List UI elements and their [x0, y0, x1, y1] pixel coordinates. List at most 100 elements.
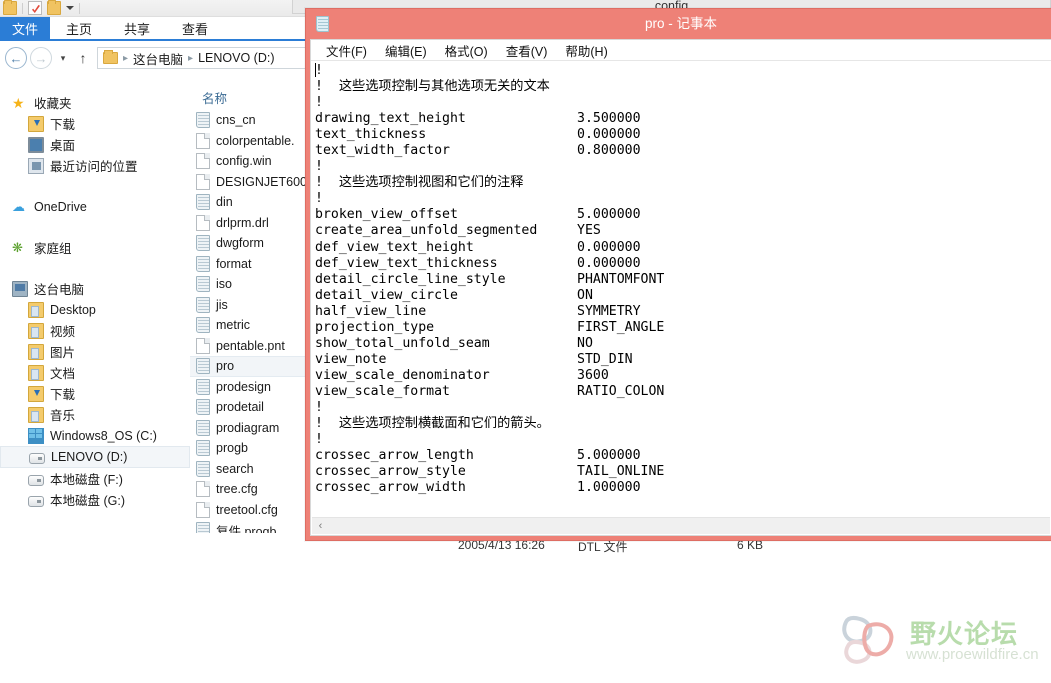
file-row-pro[interactable]: pro [190, 356, 312, 377]
nav-item-windows8-os-c[interactable]: Windows8_OS (C:) [0, 425, 190, 446]
blank-file-icon [196, 337, 210, 354]
file-row-config-win[interactable]: config.win [190, 151, 312, 172]
blank-file-icon [196, 501, 210, 518]
nav-label: 下载 [50, 118, 76, 132]
menu-file[interactable]: 文件(F) [317, 41, 376, 60]
file-row-pentable-pnt[interactable]: pentable.pnt [190, 336, 312, 357]
tab-share[interactable]: 共享 [108, 17, 166, 39]
blank-file-icon [196, 173, 210, 190]
file-row-format[interactable]: format [190, 254, 312, 275]
file-row-metric[interactable]: metric [190, 315, 312, 336]
up-button[interactable]: ↑ [74, 50, 92, 66]
folder-icon [28, 301, 44, 318]
nav-item-documents[interactable]: 文档 [0, 362, 190, 383]
file-name: jis [216, 297, 228, 312]
notepad-title-bar[interactable]: pro - 记事本 [306, 9, 1051, 39]
nav-item-pictures[interactable]: 图片 [0, 341, 190, 362]
notepad-file-icon [196, 112, 210, 129]
file-name: metric [216, 318, 251, 333]
nav-spacer-3 [0, 258, 190, 278]
notepad-text-area[interactable]: ! ! 这些选项控制与其他选项无关的文本 ! drawing_text_heig… [312, 62, 1050, 517]
file-row-designjet600[interactable]: DESIGNJET600 [190, 172, 312, 193]
breadcrumb-lenovo-d[interactable]: LENOVO (D:) [198, 51, 274, 65]
nav-group-this-pc[interactable]: 这台电脑 [0, 278, 190, 299]
downloads-folder-icon [28, 115, 44, 132]
menu-format[interactable]: 格式(O) [436, 41, 497, 60]
nav-item-recent-places[interactable]: 最近访问的位置 [0, 155, 190, 176]
file-row-copy-progb[interactable]: 复件 progb [190, 520, 312, 533]
nav-label: 这台电脑 [34, 283, 85, 297]
scroll-left-arrow-icon[interactable]: ‹ [312, 518, 329, 535]
star-icon: ★ [12, 94, 25, 111]
nav-item-videos[interactable]: 视频 [0, 320, 190, 341]
nav-label: 本地磁盘 (G:) [50, 494, 125, 508]
file-name: pentable.pnt [216, 338, 285, 353]
blank-file-icon [196, 153, 210, 170]
nav-group-homegroup[interactable]: ❋ 家庭组 [0, 237, 190, 258]
menu-edit[interactable]: 编辑(E) [376, 41, 436, 60]
file-row-tree-cfg[interactable]: tree.cfg [190, 479, 312, 500]
file-row-iso[interactable]: iso [190, 274, 312, 295]
customize-caret-icon[interactable] [66, 6, 74, 10]
nav-item-downloads-2[interactable]: 下载 [0, 383, 190, 404]
nav-item-desktop[interactable]: 桌面 [0, 134, 190, 155]
file-row-prodesign[interactable]: prodesign [190, 377, 312, 398]
nav-item-local-disk-f[interactable]: 本地磁盘 (F:) [0, 468, 190, 489]
nav-label: 家庭组 [34, 242, 72, 256]
properties-icon[interactable] [28, 1, 42, 15]
nav-label: 收藏夹 [34, 97, 72, 111]
file-name: din [216, 195, 233, 210]
file-row-jis[interactable]: jis [190, 295, 312, 316]
file-row-prodiagram[interactable]: prodiagram [190, 418, 312, 439]
menu-view[interactable]: 查看(V) [497, 41, 557, 60]
nav-label: 文档 [50, 367, 76, 381]
file-row-search[interactable]: search [190, 459, 312, 480]
notepad-horizontal-scrollbar[interactable]: ‹ [312, 517, 1050, 534]
file-row-drlprm-drl[interactable]: drlprm.drl [190, 213, 312, 234]
notepad-menu-bar: 文件(F) 编辑(E) 格式(O) 查看(V) 帮助(H) [311, 40, 1051, 61]
nav-item-music[interactable]: 音乐 [0, 404, 190, 425]
back-button[interactable]: ← [5, 47, 27, 69]
nav-group-favorites[interactable]: ★ 收藏夹 [0, 92, 190, 113]
blank-file-icon [196, 481, 210, 498]
nav-label: OneDrive [34, 199, 87, 214]
recent-locations-button[interactable]: ▾ [55, 53, 71, 64]
breadcrumb-this-pc[interactable]: 这台电脑 [133, 49, 183, 68]
folder-icon [28, 343, 44, 360]
folder-icon [28, 322, 44, 339]
folder-icon [28, 364, 44, 381]
nav-item-lenovo-d[interactable]: LENOVO (D:) [0, 446, 190, 468]
nav-label: 最近访问的位置 [50, 160, 138, 174]
screenshot-root: 文件 主页 共享 查看 ← → ▾ ↑ ▸ 这台电脑 ▸ LENOVO (D:) [0, 0, 1051, 683]
nav-item-desktop-folder[interactable]: Desktop [0, 299, 190, 320]
nav-label: Desktop [50, 302, 96, 317]
tab-view[interactable]: 查看 [166, 17, 224, 39]
navigation-pane: ★ 收藏夹 下载 桌面 最近访问的位置 ☁ OneDrive ❋ 家庭组 这台电… [0, 78, 190, 533]
forward-button[interactable]: → [30, 47, 52, 69]
nav-group-onedrive[interactable]: ☁ OneDrive [0, 196, 190, 217]
desktop-icon [28, 136, 44, 153]
file-row-prodetail[interactable]: prodetail [190, 397, 312, 418]
nav-item-local-disk-g[interactable]: 本地磁盘 (G:) [0, 489, 190, 510]
file-row-din[interactable]: din [190, 192, 312, 213]
file-row-cns-cn[interactable]: cns_cn [190, 110, 312, 131]
notepad-file-icon [196, 317, 210, 334]
notepad-title: pro - 记事本 [644, 16, 717, 31]
tab-home[interactable]: 主页 [50, 17, 108, 39]
file-name: prodiagram [216, 420, 280, 435]
new-folder-icon[interactable] [47, 0, 61, 15]
menu-help[interactable]: 帮助(H) [556, 41, 616, 60]
notepad-file-icon [196, 358, 210, 375]
tab-file[interactable]: 文件 [0, 17, 51, 39]
folder-icon[interactable] [3, 0, 17, 15]
file-row-treetool-cfg[interactable]: treetool.cfg [190, 500, 312, 521]
nav-item-downloads[interactable]: 下载 [0, 113, 190, 134]
notepad-file-icon [196, 399, 210, 416]
file-name: progb [216, 441, 248, 456]
file-row-dwgform[interactable]: dwgform [190, 233, 312, 254]
text-caret [315, 63, 316, 77]
notepad-file-icon [196, 378, 210, 395]
file-row-colorpentable[interactable]: colorpentable. [190, 131, 312, 152]
file-row-progb[interactable]: progb [190, 438, 312, 459]
nav-label: 下载 [50, 388, 76, 402]
